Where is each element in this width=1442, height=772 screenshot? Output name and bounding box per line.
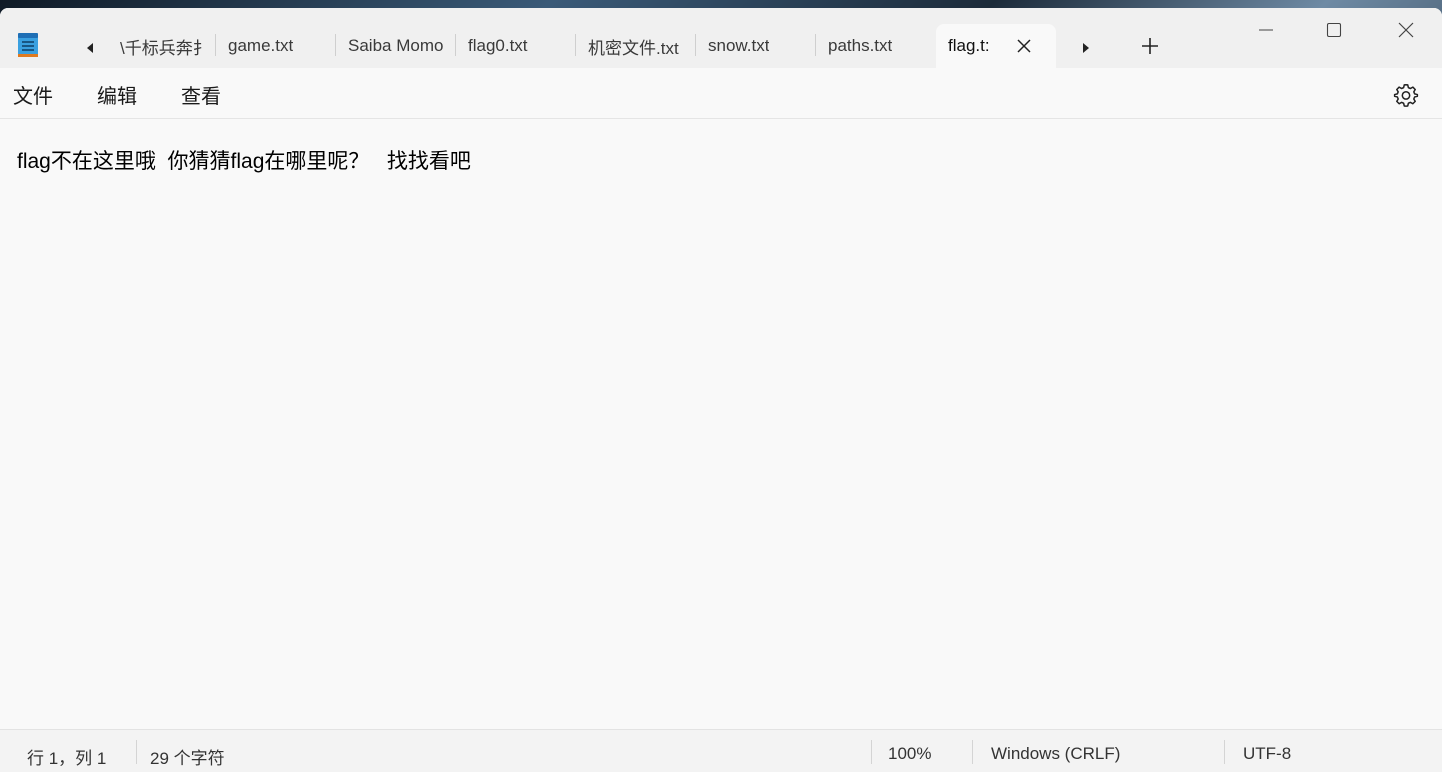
maximize-button[interactable] (1302, 8, 1366, 52)
menu-view[interactable]: 查看 (181, 80, 221, 109)
tab-item[interactable]: paths.txt (816, 24, 934, 68)
tab-label: Saiba Momo (348, 36, 444, 55)
zoom-level[interactable]: 100% (888, 744, 931, 764)
menu-file[interactable]: 文件 (13, 80, 53, 109)
minimize-button[interactable] (1234, 8, 1298, 52)
tab-label: snow.txt (708, 36, 770, 55)
tab-item[interactable]: \千标兵奔扌 (108, 24, 215, 68)
gear-icon[interactable] (1393, 82, 1419, 108)
maximize-icon (1326, 22, 1342, 38)
status-divider (136, 740, 137, 764)
tab-label: flag0.txt (468, 36, 528, 55)
tab-item[interactable]: 机密文件.txt (576, 24, 694, 68)
caret-left-icon (87, 43, 93, 53)
tab-label: paths.txt (828, 36, 893, 55)
tab-label: game.txt (228, 36, 294, 55)
tab-item[interactable]: game.txt (216, 24, 334, 68)
status-divider (871, 740, 872, 764)
tab-item[interactable]: Saiba Momo (336, 24, 454, 68)
close-icon (1398, 22, 1414, 38)
tab-item[interactable]: flag0.txt (456, 24, 574, 68)
menu-edit[interactable]: 编辑 (97, 80, 137, 109)
status-divider (1224, 740, 1225, 764)
minimize-icon (1259, 29, 1273, 31)
tab-label: \千标兵奔扌 (120, 38, 210, 58)
notepad-window: \千标兵奔扌 game.txt Saiba Momo flag0.txt 机密文… (0, 8, 1442, 772)
tab-item[interactable]: snow.txt (696, 24, 814, 68)
notepad-icon (18, 33, 38, 57)
tab-label: flag.t: (948, 36, 990, 55)
encoding[interactable]: UTF-8 (1243, 744, 1291, 764)
cursor-position: 行 1，列 1 (27, 749, 107, 768)
line-ending[interactable]: Windows (CRLF) (991, 744, 1120, 764)
status-divider (972, 740, 973, 764)
text-editor[interactable]: flag不在这里哦 你猜猜flag在哪里呢？ 找找看吧 (0, 119, 1442, 729)
close-window-button[interactable] (1374, 8, 1438, 52)
plus-icon[interactable] (1138, 34, 1162, 58)
caret-right-icon (1083, 43, 1089, 53)
tab-scroll-right-button[interactable] (1074, 36, 1098, 60)
tab-label: 机密文件.txt (588, 38, 679, 58)
character-count: 29 个字符 (150, 749, 225, 768)
menu-bar: 文件 编辑 查看 (0, 68, 1442, 119)
editor-content[interactable]: flag不在这里哦 你猜猜flag在哪里呢？ 找找看吧 (17, 145, 471, 175)
status-bar: 行 1，列 1 29 个字符 100% Windows (CRLF) UTF-8 (0, 729, 1442, 772)
close-icon[interactable] (1012, 34, 1036, 58)
tab-scroll-left-button[interactable] (78, 36, 102, 60)
title-bar: \千标兵奔扌 game.txt Saiba Momo flag0.txt 机密文… (0, 8, 1442, 68)
tab-item-active[interactable]: flag.t: (936, 24, 1056, 68)
